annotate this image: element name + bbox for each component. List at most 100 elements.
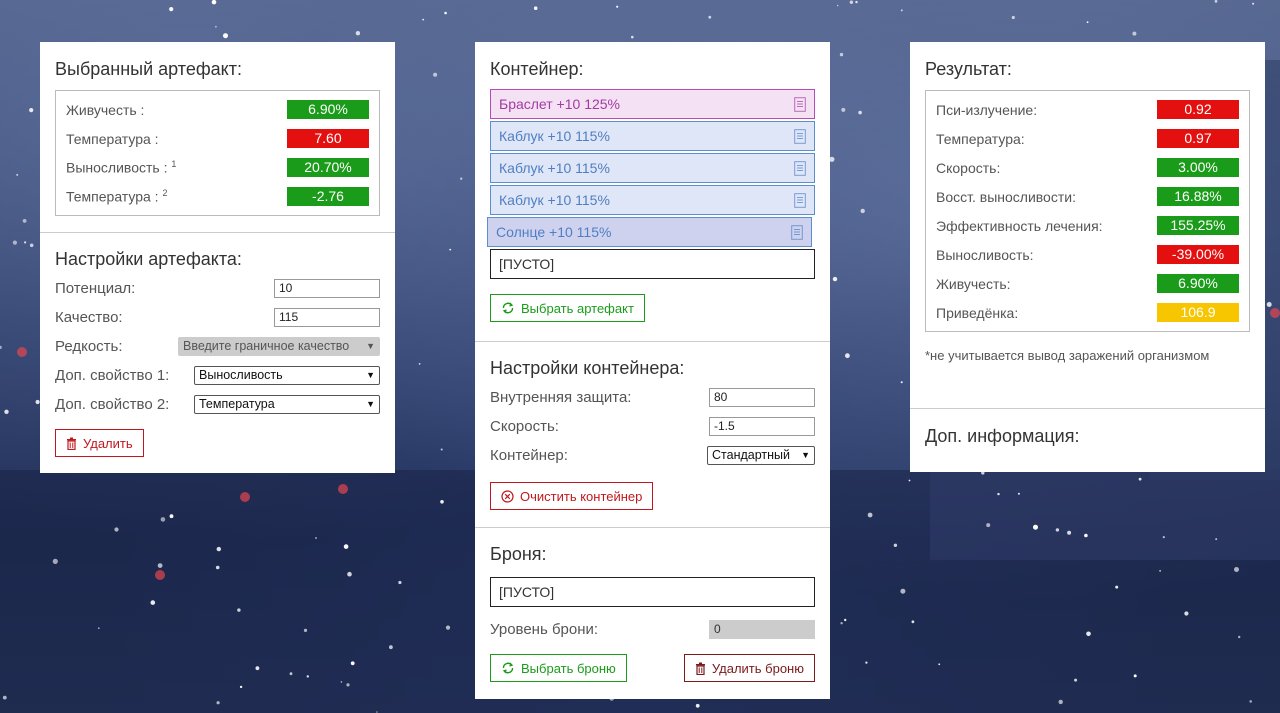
snowflake (997, 492, 1000, 496)
snowflake (1055, 528, 1060, 532)
delete-artifact-button[interactable]: Удалить (55, 429, 144, 457)
speed-input[interactable]: -1.5 (709, 417, 815, 436)
snowflake (460, 177, 463, 180)
choose-artifact-button[interactable]: Выбрать артефакт (490, 294, 645, 322)
armor-section: Броня: [ПУСТО] Уровень брони: 0 Выбрать … (475, 527, 830, 682)
container-slot-label: Каблук +10 115% (499, 128, 610, 144)
snowflake (4, 409, 9, 414)
document-icon[interactable] (794, 128, 806, 144)
stat-value-badge: 6.90% (287, 100, 369, 119)
armor-empty-slot[interactable]: [ПУСТО] (490, 577, 815, 607)
stat-label-text: Эффективность лечения: (936, 217, 1103, 234)
container-slot[interactable]: Браслет +10 125% (490, 89, 815, 119)
document-icon[interactable] (794, 96, 806, 112)
snowflake (315, 537, 317, 539)
potential-input[interactable]: 10 (274, 279, 380, 298)
container-empty-slot[interactable]: [ПУСТО] (490, 249, 815, 279)
stat-value-badge: -39.00% (1157, 245, 1239, 264)
result-note: *не учитывается вывод заражений организм… (925, 348, 1210, 363)
armor-level-input[interactable]: 0 (709, 620, 815, 639)
inner-protection-input[interactable]: 80 (709, 388, 815, 407)
snowflake (938, 663, 941, 666)
container-empty-label: [ПУСТО] (499, 256, 555, 272)
snowflake (216, 701, 220, 705)
snowflake (1234, 567, 1239, 572)
snowflake (1238, 635, 1241, 639)
snowflake (355, 31, 361, 36)
red-light (1270, 308, 1280, 318)
snowflake (440, 500, 444, 504)
stat-row: Выносливость: -39.00% (936, 240, 1239, 269)
snowflake (418, 363, 421, 365)
snowflake (829, 156, 835, 162)
snowflake (343, 544, 349, 549)
document-icon[interactable] (794, 160, 806, 176)
delete-artifact-label: Удалить (83, 435, 133, 451)
stat-label-text: Живучесть: (936, 275, 1011, 292)
snowflake (860, 208, 865, 214)
snowflake (0, 345, 2, 349)
container-type-label: Контейнер: (490, 447, 568, 464)
snowflake (1214, 0, 1218, 3)
snowflake (389, 645, 393, 650)
stat-label: Пси-излучение: (936, 102, 1037, 118)
container-section: Контейнер: Браслет +10 125% Каблук +10 11… (475, 42, 830, 341)
snowflake (855, 0, 858, 4)
snowflake (223, 33, 228, 39)
snowflake (845, 353, 850, 359)
container-slot[interactable]: Каблук +10 115% (490, 121, 815, 151)
stat-label-text: Температура : (66, 188, 159, 205)
stat-label-text: Температура: (936, 130, 1025, 147)
choose-armor-button[interactable]: Выбрать броню (490, 654, 627, 682)
snowflake (844, 618, 847, 622)
document-icon[interactable] (794, 192, 806, 208)
container-slot-label: Каблук +10 115% (499, 192, 610, 208)
snowflake (16, 173, 19, 176)
extra1-row: Доп. свойство 1: Выносливость ▼ (55, 361, 380, 390)
rarity-select[interactable]: Введите граничное качество ▼ (178, 337, 380, 356)
snowflake (215, 565, 220, 570)
snowflake (1086, 631, 1091, 637)
extra2-row: Доп. свойство 2: Температура ▼ (55, 390, 380, 419)
snowflake (631, 35, 634, 39)
container-slot[interactable]: Солнце +10 115% (487, 217, 812, 247)
container-type-select[interactable]: Стандартный ▼ (707, 446, 815, 465)
trash-icon (695, 662, 705, 675)
snowflake (533, 6, 538, 10)
snowflake (1252, 2, 1255, 5)
snowflake (12, 240, 17, 245)
extra2-select[interactable]: Температура ▼ (194, 395, 380, 414)
snowflake (22, 219, 27, 223)
container-slot[interactable]: Каблук +10 115% (490, 153, 815, 183)
inner-protection-row: Внутренняя защита: 80 (490, 383, 815, 412)
snowflake (445, 625, 451, 630)
extra1-select[interactable]: Выносливость ▼ (194, 366, 380, 385)
stat-label: Выносливость : 1 (66, 159, 176, 176)
snowflake (340, 681, 343, 683)
clear-container-button[interactable]: Очистить контейнер (490, 482, 654, 510)
extra1-value: Выносливость (199, 368, 283, 382)
extra-info-title: Доп. информация: (925, 426, 1080, 446)
stat-label: Выносливость: (936, 247, 1034, 263)
delete-armor-button[interactable]: Удалить броню (683, 654, 815, 682)
snowflake (1162, 536, 1165, 539)
red-light (240, 492, 250, 502)
snowflake (865, 661, 868, 664)
potential-label: Потенциал: (55, 280, 136, 297)
snowflake (157, 563, 163, 568)
container-type-row: Контейнер: Стандартный ▼ (490, 441, 815, 470)
snowflake (1067, 530, 1072, 535)
speed-row: Скорость: -1.5 (490, 412, 815, 441)
container-slot[interactable]: Каблук +10 115% (490, 185, 815, 215)
extra-info-section: Доп. информация: (910, 408, 1265, 447)
stat-label-text: Живучесть : (66, 101, 145, 118)
snowflake (169, 514, 174, 519)
document-icon[interactable] (791, 224, 803, 240)
quality-input[interactable]: 115 (274, 308, 380, 327)
stat-row: Эффективность лечения: 155.25% (936, 211, 1239, 240)
extra2-label: Доп. свойство 2: (55, 396, 170, 413)
snowflake (444, 11, 447, 15)
stat-label-text: Пси-излучение: (936, 101, 1038, 118)
snowflake (1074, 678, 1078, 682)
armor-level-row: Уровень брони: 0 (490, 615, 815, 644)
